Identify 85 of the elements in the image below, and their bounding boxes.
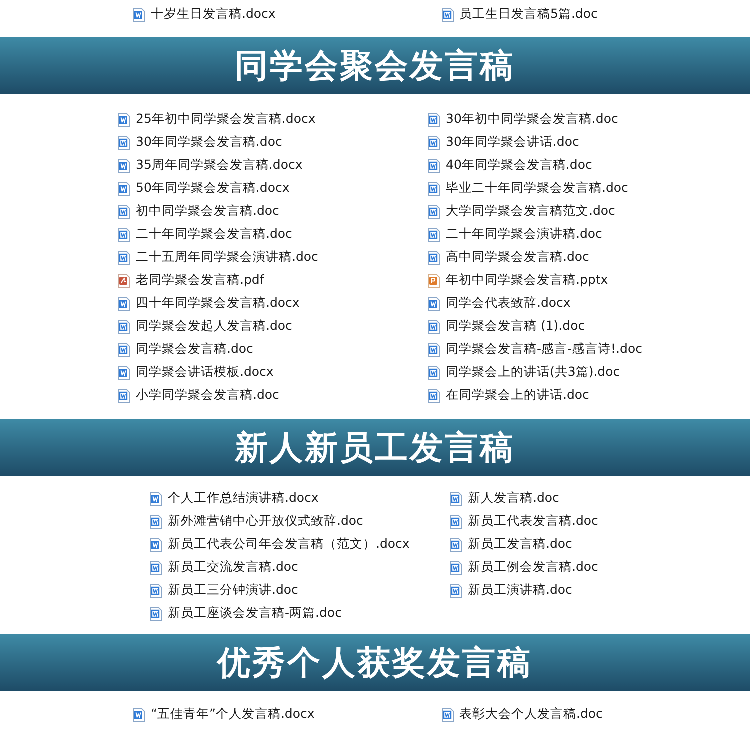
file-name[interactable]: 新外滩营销中心开放仪式致辞.doc xyxy=(168,512,364,531)
pdf-file-icon xyxy=(118,274,130,288)
word-file-icon xyxy=(442,708,454,722)
file-name[interactable]: 在同学聚会上的讲话.doc xyxy=(446,386,590,405)
file-name[interactable]: 十岁生日发言稿.docx xyxy=(151,5,276,24)
word-file-icon xyxy=(428,158,440,172)
file-name[interactable]: 新员工座谈会发言稿-两篇.doc xyxy=(168,604,342,623)
word-file-icon xyxy=(150,584,162,598)
file-name[interactable]: 新员工交流发言稿.doc xyxy=(168,558,298,577)
file-name[interactable]: 四十年同学聚会发言稿.docx xyxy=(136,294,300,313)
file-name[interactable]: 小学同学聚会发言稿.doc xyxy=(136,386,280,405)
word-file-icon xyxy=(118,342,130,356)
file-name[interactable]: 个人工作总结演讲稿.docx xyxy=(168,489,319,508)
slides-file-icon xyxy=(428,274,440,288)
word-file-icon xyxy=(150,492,162,506)
word-file-icon xyxy=(428,388,440,402)
file-name[interactable]: 同学会代表致辞.docx xyxy=(446,294,571,313)
word-file-icon xyxy=(133,8,145,22)
word-file-icon xyxy=(150,538,162,552)
word-file-icon xyxy=(118,366,130,380)
file-name[interactable]: 新员工例会发言稿.doc xyxy=(468,558,598,577)
word-file-icon xyxy=(428,366,440,380)
word-file-icon xyxy=(450,492,462,506)
word-file-icon xyxy=(428,342,440,356)
file-name[interactable]: 员工生日发言稿5篇.doc xyxy=(460,5,598,24)
file-name[interactable]: 50年同学聚会发言稿.docx xyxy=(136,179,290,198)
word-file-icon xyxy=(150,606,162,620)
word-file-icon xyxy=(150,560,162,574)
file-name[interactable]: 同学聚会发起人发言稿.doc xyxy=(136,317,292,336)
file-name[interactable]: 新员工发言稿.doc xyxy=(468,535,572,554)
file-name[interactable]: 初中同学聚会发言稿.doc xyxy=(136,202,280,221)
word-file-icon xyxy=(428,204,440,218)
word-file-icon xyxy=(118,320,130,334)
file-name[interactable]: 新员工演讲稿.doc xyxy=(468,581,572,600)
word-file-icon xyxy=(118,136,130,150)
file-name[interactable]: 二十五周年同学聚会演讲稿.doc xyxy=(136,248,318,267)
word-file-icon xyxy=(118,204,130,218)
file-name[interactable]: 二十年同学聚会发言稿.doc xyxy=(136,225,292,244)
word-file-icon xyxy=(428,296,440,310)
file-name[interactable]: 同学聚会讲话模板.docx xyxy=(136,363,274,382)
file-name[interactable]: 新员工代表发言稿.doc xyxy=(468,512,598,531)
file-name[interactable]: 40年同学聚会发言稿.doc xyxy=(446,156,592,175)
file-name[interactable]: 同学聚会发言稿-感言-感言诗!.doc xyxy=(446,340,642,359)
word-file-icon xyxy=(428,136,440,150)
word-file-icon xyxy=(150,514,162,528)
file-name[interactable]: 30年同学聚会发言稿.doc xyxy=(136,133,282,152)
file-name[interactable]: 高中同学聚会发言稿.doc xyxy=(446,248,590,267)
section-title: 新人新员工发言稿 xyxy=(235,426,515,469)
section-title: 优秀个人获奖发言稿 xyxy=(218,642,532,684)
word-file-icon xyxy=(450,538,462,552)
file-name[interactable]: 35周年同学聚会发言稿.docx xyxy=(136,156,303,175)
file-name[interactable]: 30年同学聚会讲话.doc xyxy=(446,133,580,152)
file-name[interactable]: 二十年同学聚会演讲稿.doc xyxy=(446,225,602,244)
file-name[interactable]: 新员工三分钟演讲.doc xyxy=(168,581,298,600)
word-file-icon xyxy=(133,708,145,722)
word-file-icon xyxy=(118,112,130,126)
file-name[interactable]: 新人发言稿.doc xyxy=(468,489,560,508)
file-name[interactable]: 同学聚会上的讲话(共3篇).doc xyxy=(446,363,620,382)
word-file-icon xyxy=(118,388,130,402)
file-name[interactable]: 30年初中同学聚会发言稿.doc xyxy=(446,110,618,129)
word-file-icon xyxy=(428,250,440,264)
file-name[interactable]: 新员工代表公司年会发言稿（范文）.docx xyxy=(168,535,410,554)
word-file-icon xyxy=(118,228,130,242)
word-file-icon xyxy=(450,584,462,598)
word-file-icon xyxy=(428,228,440,242)
word-file-icon xyxy=(450,560,462,574)
file-name[interactable]: “五佳青年”个人发言稿.docx xyxy=(151,705,315,724)
file-name[interactable]: 大学同学聚会发言稿范文.doc xyxy=(446,202,616,221)
file-name[interactable]: 年初中同学聚会发言稿.pptx xyxy=(446,271,608,290)
word-file-icon xyxy=(118,296,130,310)
word-file-icon xyxy=(118,250,130,264)
word-file-icon xyxy=(118,182,130,196)
word-file-icon xyxy=(118,158,130,172)
file-name[interactable]: 同学聚会发言稿.doc xyxy=(136,340,254,359)
word-file-icon xyxy=(442,8,454,22)
file-name[interactable]: 老同学聚会发言稿.pdf xyxy=(136,271,264,290)
word-file-icon xyxy=(428,182,440,196)
word-file-icon xyxy=(450,514,462,528)
file-name[interactable]: 毕业二十年同学聚会发言稿.doc xyxy=(446,179,628,198)
word-file-icon xyxy=(428,112,440,126)
word-file-icon xyxy=(428,320,440,334)
file-name[interactable]: 同学聚会发言稿 (1).doc xyxy=(446,317,586,336)
section-title: 同学会聚会发言稿 xyxy=(235,44,515,87)
file-name[interactable]: 25年初中同学聚会发言稿.docx xyxy=(136,110,316,129)
file-name[interactable]: 表彰大会个人发言稿.doc xyxy=(460,705,603,724)
